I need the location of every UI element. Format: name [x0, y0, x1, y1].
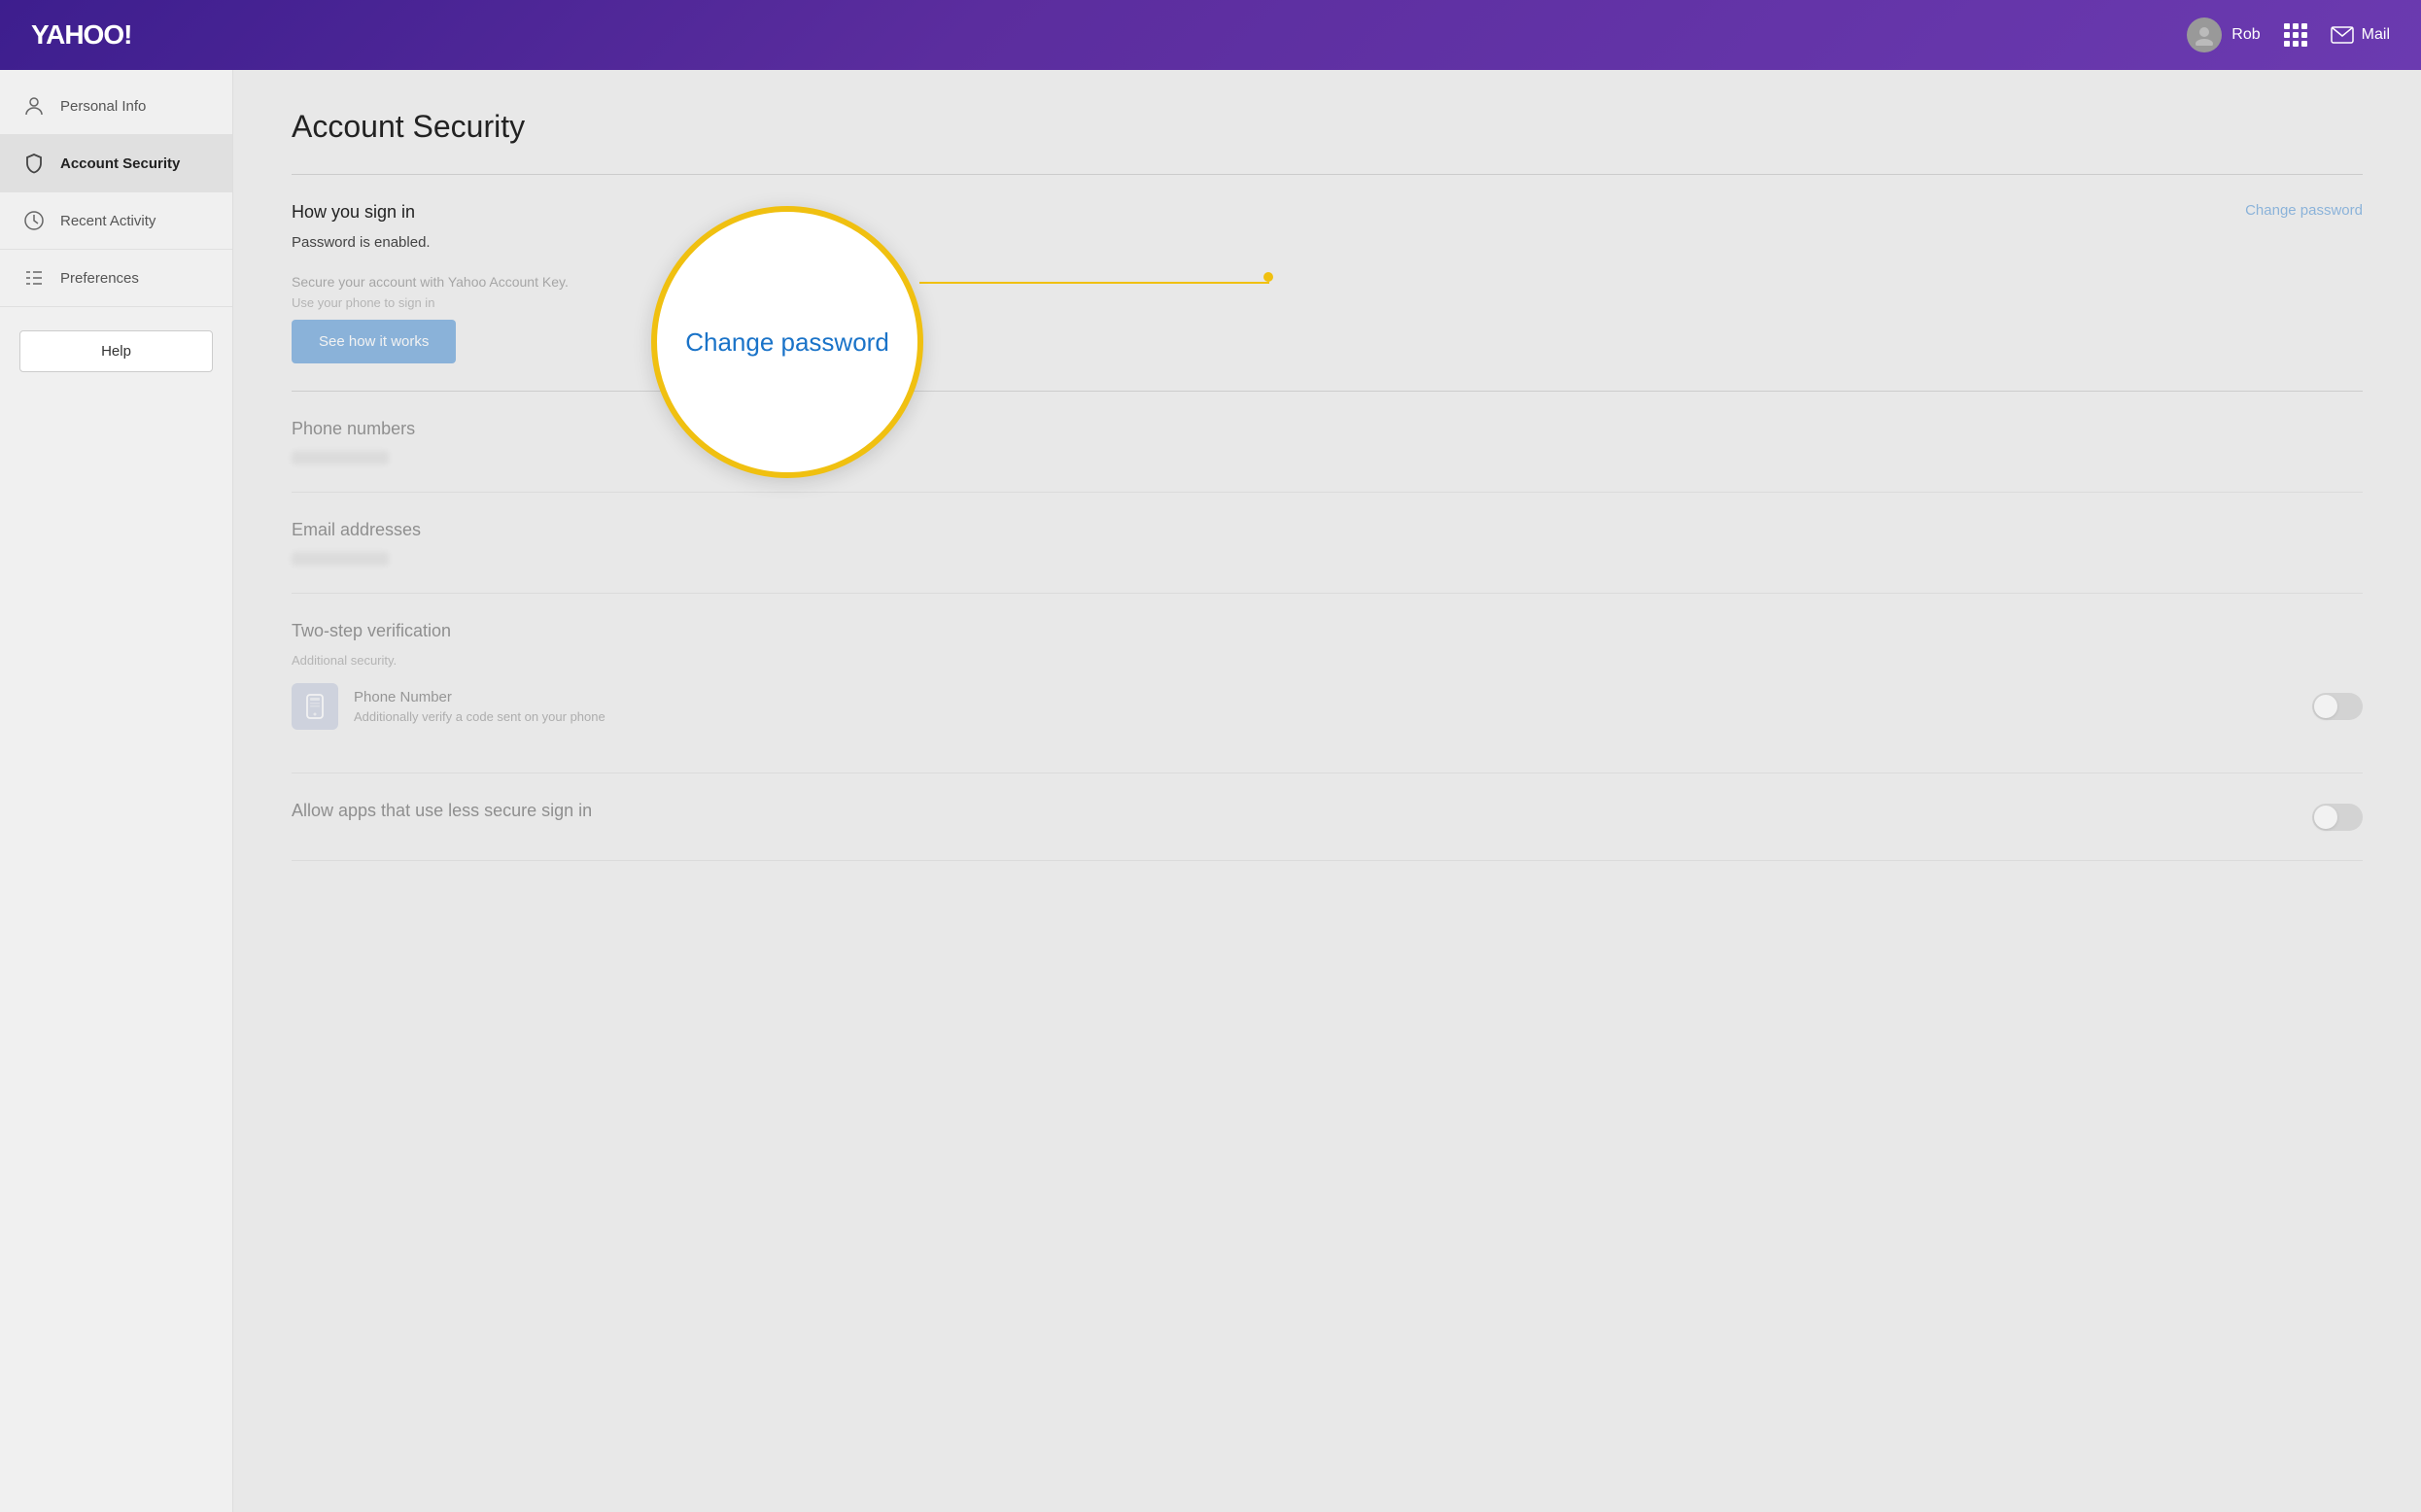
mail-label: Mail — [2362, 26, 2390, 44]
arrow-line — [919, 282, 1269, 284]
two-step-section: Two-step verification Additional securit… — [292, 594, 2363, 773]
magnifier-circle: Change password — [651, 206, 923, 478]
less-secure-title: Allow apps that use less secure sign in — [292, 801, 592, 821]
sign-in-row: How you sign in Password is enabled. Sec… — [292, 202, 2363, 363]
sidebar-label-personal-info: Personal Info — [60, 98, 146, 115]
account-key-desc: Use your phone to sign in — [292, 295, 569, 310]
apps-icon[interactable] — [2284, 23, 2307, 47]
password-status: Password is enabled. — [292, 234, 569, 251]
account-key-box: Secure your account with Yahoo Account K… — [292, 274, 569, 363]
email-addresses-section: Email addresses — [292, 493, 2363, 594]
sign-in-section: How you sign in Password is enabled. Sec… — [292, 174, 2363, 392]
help-button[interactable]: Help — [19, 330, 213, 372]
person-icon — [23, 95, 45, 117]
shield-icon — [23, 153, 45, 174]
avatar — [2187, 17, 2222, 52]
email-addresses-title: Email addresses — [292, 520, 2363, 540]
two-step-phone-toggle[interactable] — [2312, 693, 2363, 720]
sign-in-left: How you sign in Password is enabled. Sec… — [292, 202, 569, 363]
email-blurred — [292, 552, 389, 566]
sidebar-item-personal-info[interactable]: Personal Info — [0, 78, 232, 135]
sidebar-label-recent-activity: Recent Activity — [60, 213, 156, 229]
sign-in-right: Change password — [2245, 202, 2363, 220]
two-step-title: Two-step verification — [292, 621, 2363, 641]
see-how-button[interactable]: See how it works — [292, 320, 456, 363]
less-secure-toggle[interactable] — [2312, 804, 2363, 831]
help-container: Help — [0, 307, 232, 395]
layout: Personal Info Account Security Recent Ac… — [0, 70, 2421, 1512]
phone-numbers-title: Phone numbers — [292, 419, 2363, 439]
header-user[interactable]: Rob — [2187, 17, 2260, 52]
two-step-phone-text: Phone Number Additionally verify a code … — [354, 689, 2297, 724]
account-key-title: Secure your account with Yahoo Account K… — [292, 274, 569, 290]
list-icon — [23, 267, 45, 289]
main-content: Account Security How you sign in Passwor… — [233, 70, 2421, 1512]
sidebar-label-preferences: Preferences — [60, 270, 139, 287]
two-step-phone-desc: Additionally verify a code sent on your … — [354, 709, 2297, 724]
two-step-phone-name: Phone Number — [354, 689, 2297, 705]
page-title: Account Security — [292, 109, 2363, 145]
clock-icon — [23, 210, 45, 231]
sidebar-item-account-security[interactable]: Account Security — [0, 135, 232, 192]
yahoo-logo[interactable]: YAHOO! — [31, 19, 131, 51]
less-secure-section: Allow apps that use less secure sign in — [292, 773, 2363, 861]
two-step-subtitle: Additional security. — [292, 653, 2363, 668]
user-name: Rob — [2231, 26, 2260, 44]
phone-icon — [292, 683, 338, 730]
header: YAHOO! Rob Mail — [0, 0, 2421, 70]
phone-numbers-section: Phone numbers — [292, 392, 2363, 493]
mail-link[interactable]: Mail — [2331, 26, 2390, 44]
mail-icon — [2331, 26, 2354, 44]
sidebar: Personal Info Account Security Recent Ac… — [0, 70, 233, 1512]
phone-blurred — [292, 451, 389, 464]
header-right: Rob Mail — [2187, 17, 2390, 52]
two-step-phone-item: Phone Number Additionally verify a code … — [292, 668, 2363, 745]
change-password-link[interactable]: Change password — [2245, 202, 2363, 219]
sign-in-title: How you sign in — [292, 202, 569, 223]
arrow-dot — [1263, 272, 1273, 282]
magnified-change-password[interactable]: Change password — [685, 327, 889, 358]
sidebar-label-account-security: Account Security — [60, 155, 180, 172]
sidebar-item-recent-activity[interactable]: Recent Activity — [0, 192, 232, 250]
sidebar-item-preferences[interactable]: Preferences — [0, 250, 232, 307]
